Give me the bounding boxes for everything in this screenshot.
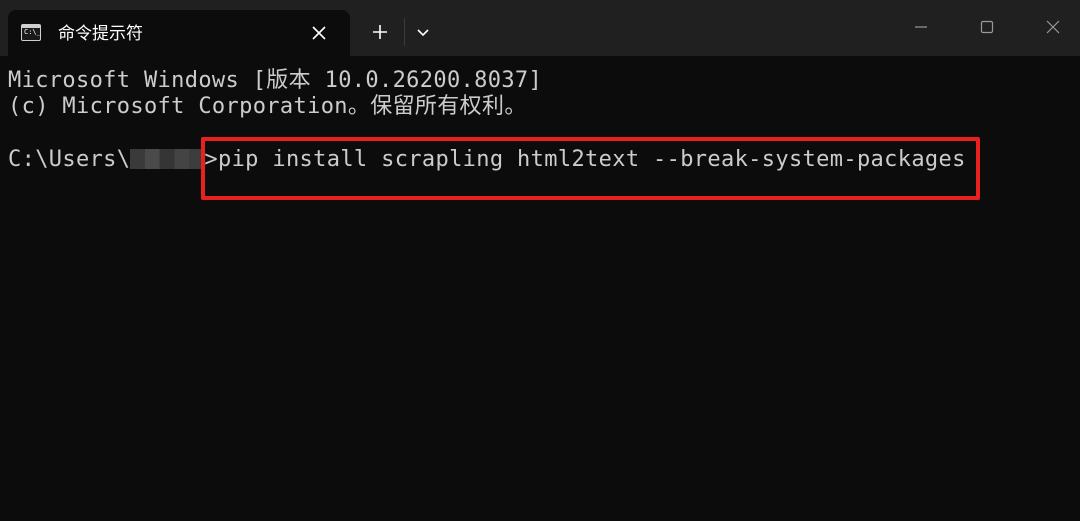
maximize-button[interactable] (964, 6, 1010, 48)
title-bar: C:\_ 命令提示符 (0, 0, 1080, 56)
tab-title: 命令提示符 (58, 24, 143, 44)
tab-command-prompt[interactable]: C:\_ 命令提示符 (8, 10, 350, 56)
prompt-prefix: C:\Users\ (8, 147, 131, 172)
tab-dropdown-button[interactable] (409, 16, 437, 48)
cmd-icon-prompt: C:\_ (24, 28, 41, 36)
terminal-line-copyright: (c) Microsoft Corporation。保留所有权利。 (8, 94, 527, 119)
minimize-button[interactable] (898, 6, 944, 48)
window-close-button[interactable] (1030, 6, 1076, 48)
close-icon (312, 26, 326, 40)
terminal-output[interactable]: Microsoft Windows [版本 10.0.26200.8037] (… (0, 56, 1080, 521)
plus-icon (373, 25, 387, 39)
close-icon (1046, 20, 1060, 34)
tab-close-button[interactable] (304, 18, 334, 48)
command-text: pip install scrapling html2text --break-… (217, 147, 966, 172)
prompt-suffix: > (204, 147, 218, 172)
terminal-line-version: Microsoft Windows [版本 10.0.26200.8037] (8, 68, 543, 93)
tab-divider (404, 18, 405, 46)
new-tab-button[interactable] (364, 16, 396, 48)
chevron-down-icon (417, 29, 429, 37)
minimize-icon (915, 26, 927, 28)
terminal-prompt-line: C:\Users\ >pip install scrapling html2tex… (8, 147, 966, 173)
cmd-icon: C:\_ (21, 24, 41, 41)
maximize-icon (980, 20, 994, 34)
redacted-username (130, 149, 205, 169)
